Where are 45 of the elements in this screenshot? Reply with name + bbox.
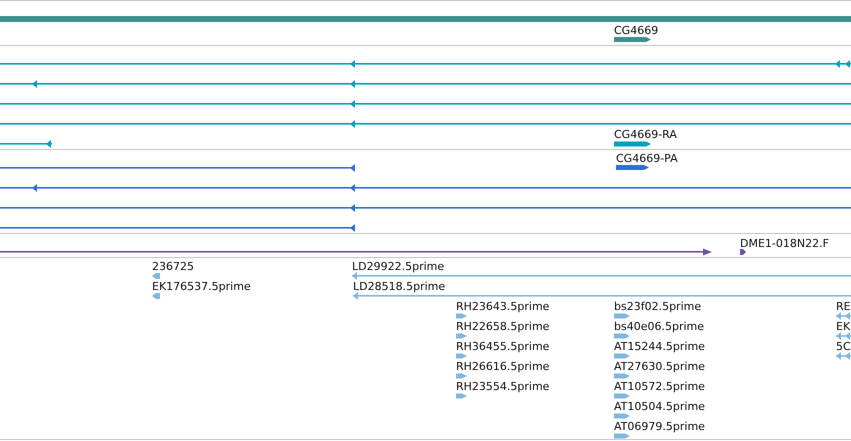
- est-line: [836, 332, 851, 340]
- feature-label: CG4669-RA: [614, 128, 677, 141]
- feature-label: AT27630.5prime: [614, 360, 705, 373]
- feature-label: LD28518.5prime: [353, 280, 446, 293]
- feature-label: CG4669: [614, 24, 658, 37]
- clone-arrow: [740, 249, 746, 255]
- gene-arrow: [614, 37, 651, 42]
- feature-label: 5C: [836, 340, 851, 353]
- feature-label: bs23f02.5prime: [614, 300, 702, 313]
- feature-label: CG4669-PA: [616, 152, 678, 165]
- est-arrow: [614, 434, 630, 438]
- transcript-arrow: [614, 142, 651, 146]
- est-arrow: [614, 354, 630, 358]
- est-arrow: [614, 314, 630, 318]
- feature-label: AT15244.5prime: [614, 340, 705, 353]
- feature-label: AT06979.5prime: [614, 420, 705, 433]
- feature-label: AT10504.5prime: [614, 400, 705, 413]
- est-arrow: [152, 273, 160, 279]
- est-arrow: [456, 314, 467, 318]
- feature-label: RH23554.5prime: [456, 380, 550, 393]
- est-arrow: [614, 394, 630, 398]
- est-line: [836, 352, 851, 360]
- feature-label: 236725: [152, 260, 194, 273]
- est-arrow: [614, 334, 630, 338]
- est-arrow: [614, 374, 630, 378]
- feature-label: RH22658.5prime: [456, 320, 550, 333]
- est-arrow: [456, 394, 467, 398]
- est-line: [836, 312, 851, 320]
- feature-label: AT10572.5prime: [614, 380, 705, 393]
- feature-label: RE: [836, 300, 851, 313]
- protein-arrow: [616, 165, 649, 170]
- feature-label: RH36455.5prime: [456, 340, 550, 353]
- feature-label: DME1-018N22.F: [740, 237, 829, 250]
- est-arrow: [614, 414, 630, 418]
- feature-label: bs40e06.5prime: [614, 320, 704, 333]
- feature-label: RH23643.5prime: [456, 300, 550, 313]
- est-arrow: [456, 374, 467, 378]
- est-arrow: [456, 354, 467, 358]
- feature-label: EK: [836, 320, 850, 333]
- feature-label: EK176537.5prime: [152, 280, 251, 293]
- feature-label: LD29922.5prime: [352, 260, 444, 273]
- transcript-line: [0, 140, 52, 148]
- est-arrow: [456, 334, 467, 338]
- est-arrow: [152, 293, 160, 299]
- feature-label: RH26616.5prime: [456, 360, 550, 373]
